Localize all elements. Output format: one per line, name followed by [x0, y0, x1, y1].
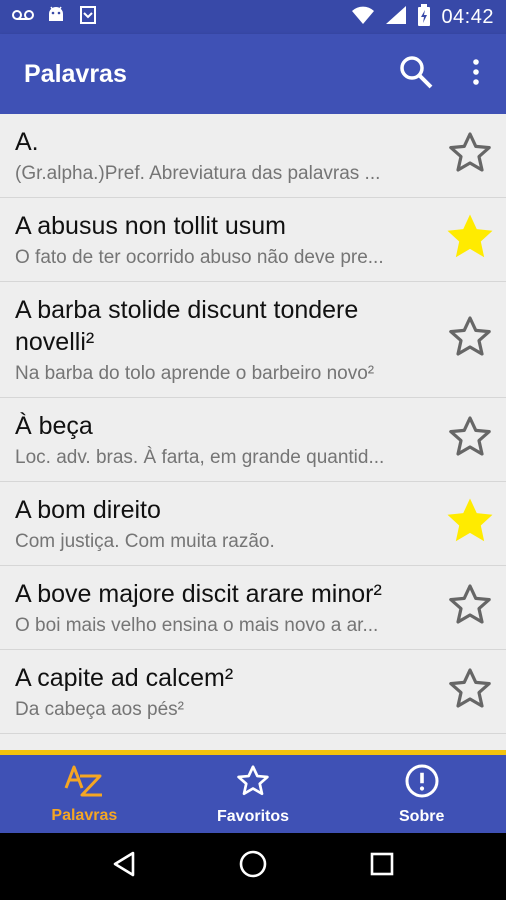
list-item[interactable]: A barba stolide discunt tondere novelli²… [0, 282, 506, 398]
star-filled-icon [443, 494, 497, 553]
list-item[interactable]: A capite ad calcem² Da cabeça aos pés² [0, 650, 506, 734]
favorite-toggle[interactable] [444, 130, 496, 182]
home-icon [238, 849, 268, 884]
entry-title: A abusus non tollit usum [15, 212, 286, 240]
list-item[interactable]: À beça Loc. adv. bras. À farta, em grand… [0, 398, 506, 482]
nav-tab-favoritos[interactable]: Favoritos [169, 755, 338, 833]
entry-description: Loc. adv. bras. À farta, em grande quant… [15, 447, 385, 468]
entry-description: Com justiça. Com muita razão. [15, 531, 275, 552]
entry-description: (Gr.alpha.)Pref. Abreviatura das palavra… [15, 163, 381, 184]
favorite-toggle[interactable] [444, 214, 496, 266]
battery-icon [417, 3, 431, 31]
favorite-toggle[interactable] [444, 498, 496, 550]
search-button[interactable] [386, 44, 446, 104]
list-item[interactable]: A bove majore discit arare minor² O boi … [0, 566, 506, 650]
favorite-toggle[interactable] [444, 666, 496, 718]
entry-title: À beça [15, 412, 93, 440]
star-filled-icon [443, 210, 497, 269]
download-icon [78, 5, 98, 30]
favorite-toggle[interactable] [444, 582, 496, 634]
app-actions [386, 44, 506, 104]
search-icon [399, 55, 433, 94]
entry-title: A. [15, 128, 39, 156]
nav-label-sobre: Sobre [399, 807, 445, 825]
word-list[interactable]: A. (Gr.alpha.)Pref. Abreviatura das pala… [0, 114, 506, 750]
star-outline-icon [235, 763, 271, 804]
voicemail-icon [12, 8, 34, 27]
info-icon [404, 763, 440, 804]
status-time: 04:42 [441, 5, 494, 28]
entry-title: A bove majore discit arare minor² [15, 580, 382, 608]
nav-label-palavras: Palavras [51, 806, 118, 824]
recents-button[interactable] [352, 837, 412, 897]
wifi-icon [351, 5, 375, 30]
status-bar: 04:42 [0, 0, 506, 34]
signal-icon [385, 5, 407, 30]
android-icon [46, 5, 66, 30]
bottom-navigation: Palavras Favoritos Sobre [0, 755, 506, 833]
app-bar: Palavras [0, 34, 506, 114]
nav-tab-sobre[interactable]: Sobre [337, 755, 506, 833]
back-icon [111, 850, 137, 883]
star-outline-icon [446, 581, 494, 634]
list-item[interactable]: A abusus non tollit usum O fato de ter o… [0, 198, 506, 282]
list-item[interactable]: A. (Gr.alpha.)Pref. Abreviatura das pala… [0, 114, 506, 198]
entry-description: O fato de ter ocorrido abuso não deve pr… [15, 247, 384, 268]
star-outline-icon [446, 665, 494, 718]
entry-description: Na barba do tolo aprende o barbeiro novo… [15, 363, 375, 384]
nav-tab-palavras[interactable]: Palavras [0, 755, 169, 833]
more-vert-icon [472, 58, 480, 90]
favorite-toggle[interactable] [444, 314, 496, 366]
star-outline-icon [446, 313, 494, 366]
favorite-toggle[interactable] [444, 414, 496, 466]
star-outline-icon [446, 129, 494, 182]
page-title: Palavras [24, 59, 127, 88]
list-item[interactable]: A bom direito Com justiça. Com muita raz… [0, 482, 506, 566]
status-left-icons [12, 5, 98, 30]
entry-description: O boi mais velho ensina o mais novo a ar… [15, 615, 379, 636]
entry-title: A bom direito [15, 496, 161, 524]
system-navigation-bar [0, 833, 506, 900]
home-button[interactable] [223, 837, 283, 897]
entry-description: Da cabeça aos pés² [15, 699, 184, 720]
nav-label-favoritos: Favoritos [217, 807, 290, 825]
overflow-menu-button[interactable] [446, 44, 506, 104]
az-icon [64, 764, 104, 803]
recents-icon [369, 851, 395, 882]
entry-title: A capite ad calcem² [15, 664, 234, 692]
entry-title: A barba stolide discunt tondere novelli² [15, 296, 359, 356]
back-button[interactable] [94, 837, 154, 897]
status-right-icons: 04:42 [351, 3, 494, 31]
star-outline-icon [446, 413, 494, 466]
